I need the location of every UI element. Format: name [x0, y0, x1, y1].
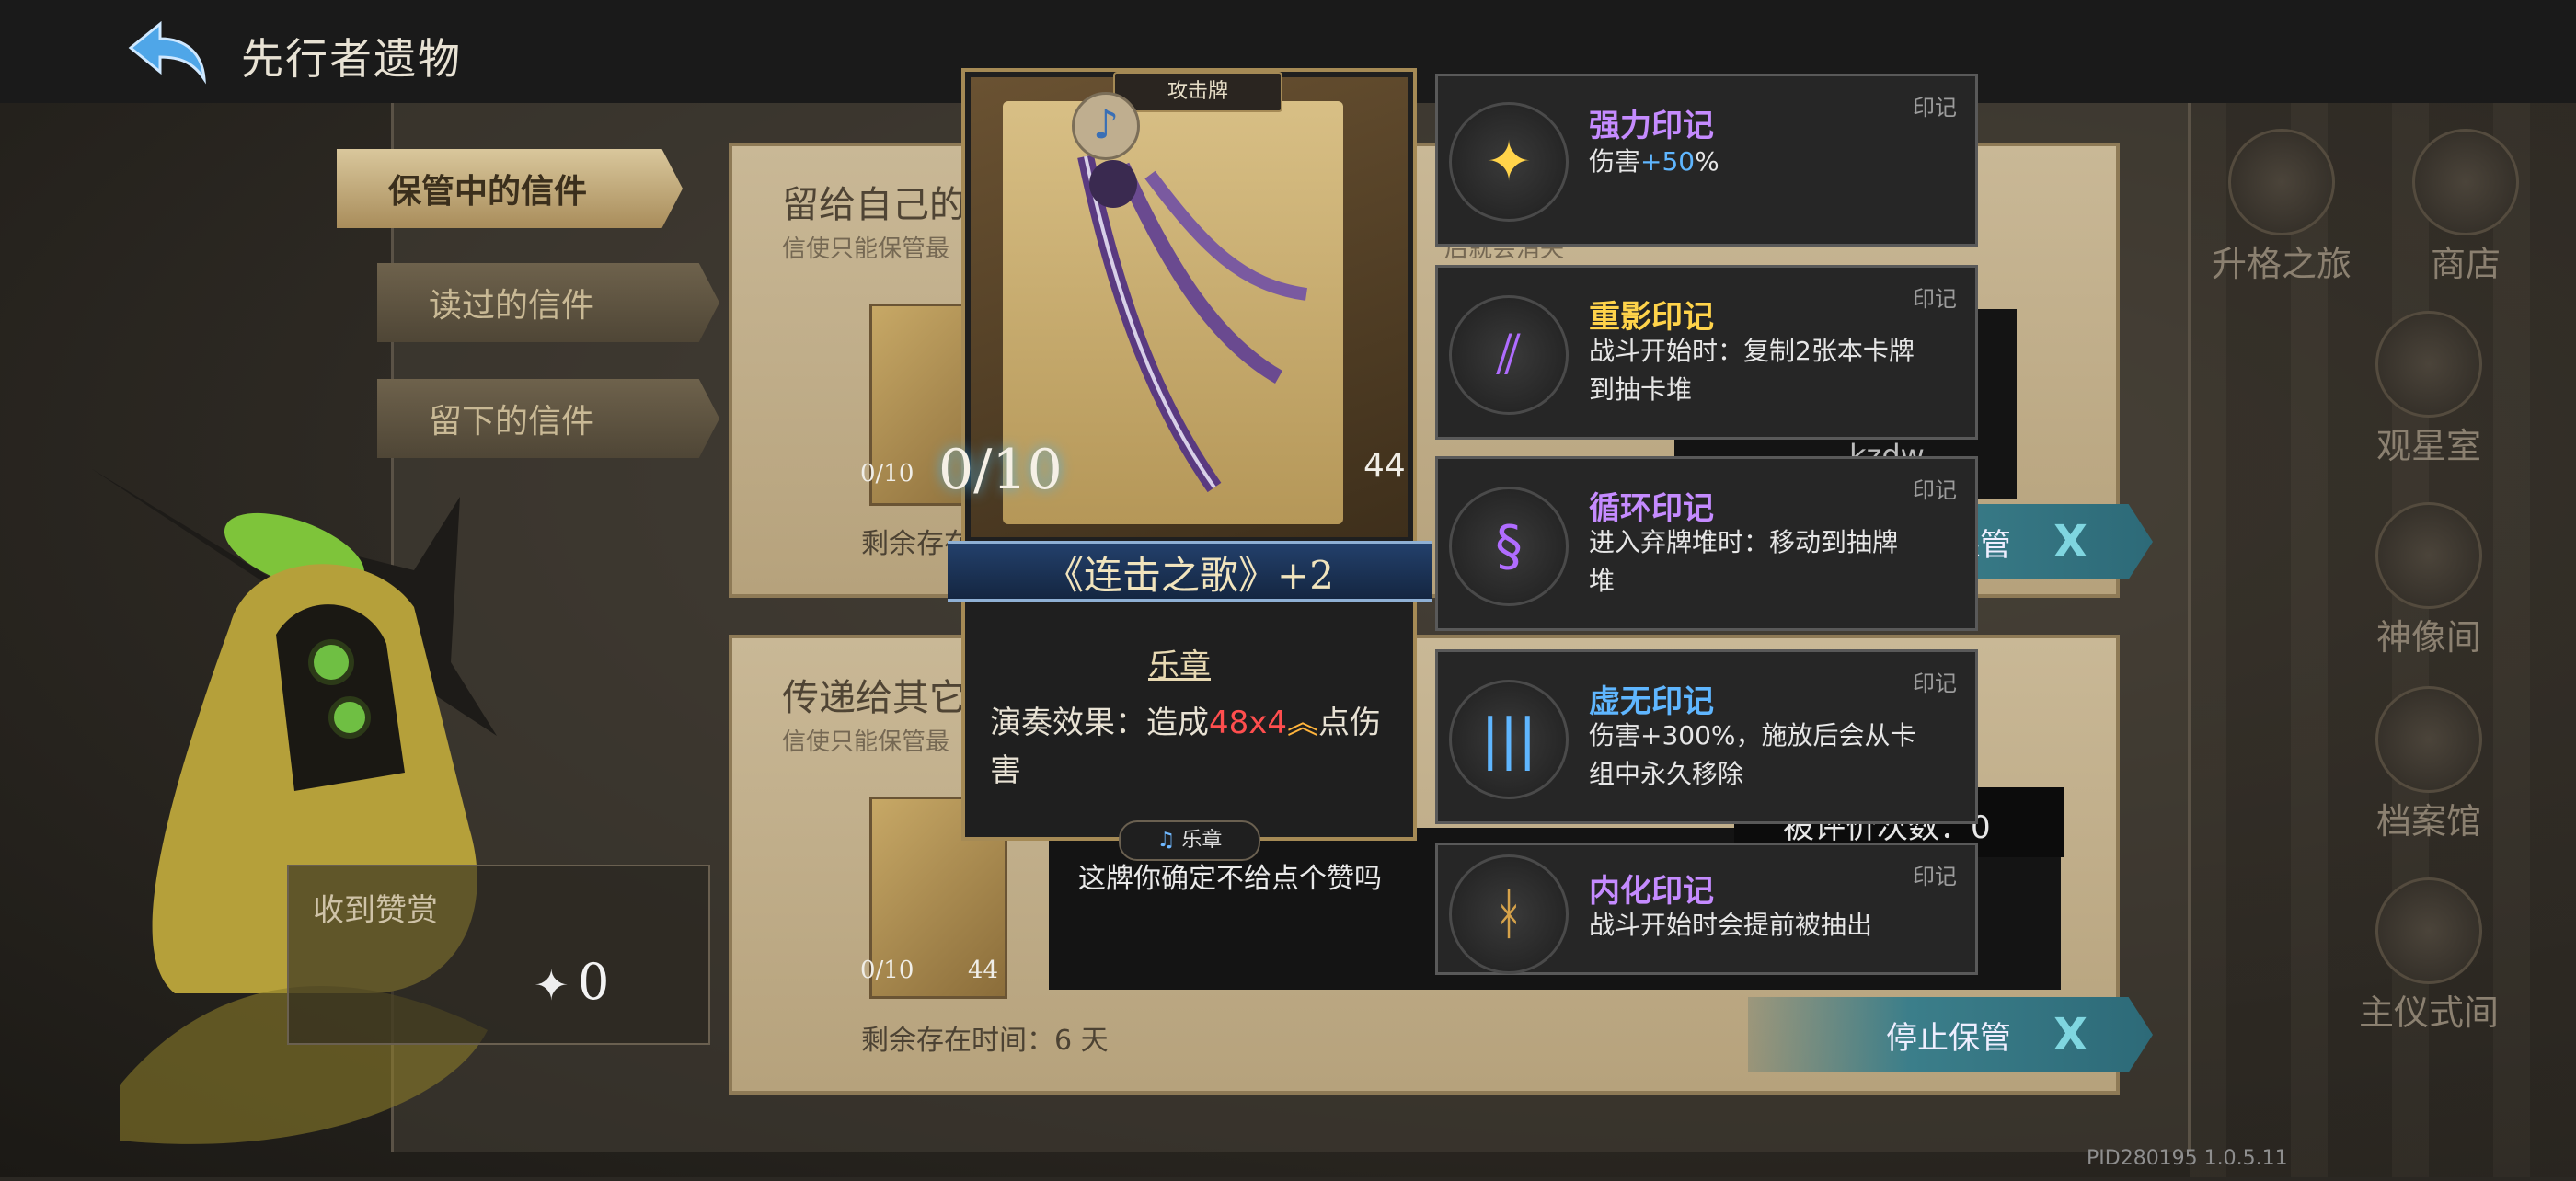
imprint-title: 循环印记: [1589, 490, 1714, 527]
imprint-cycle[interactable]: § 循环印记 进入弃牌堆时：移动到抽牌堆 印记: [1435, 456, 1978, 631]
nav-label: 档案馆: [2375, 801, 2481, 842]
reward-label: 收到赞赏: [313, 892, 438, 929]
effect-damage: 48x4: [1209, 705, 1288, 741]
mini-card-cost: 44: [968, 957, 999, 984]
stop-keeping-label: 停止保管: [1886, 1019, 2011, 1057]
imprint-tag: 印记: [1913, 95, 1957, 120]
imprint-tag: 印记: [1913, 477, 1957, 503]
spark-icon: ✦: [1449, 102, 1569, 222]
nav-label: 神像间: [2375, 617, 2481, 658]
imprint-internalize[interactable]: ᚼ 内化印记 战斗开始时会提前被抽出 印记: [1435, 843, 1978, 975]
card-tag-label: 乐章: [1181, 829, 1223, 852]
card-energy: 0/10: [938, 438, 1063, 502]
tab-read-letters[interactable]: 读过的信件: [377, 263, 719, 342]
card-keyword: 乐章: [1148, 648, 1211, 684]
imprint-title: 强力印记: [1589, 108, 1714, 144]
bars-icon: |||: [1449, 680, 1569, 799]
imprint-title: 内化印记: [1589, 873, 1714, 910]
reward-count: 0: [578, 953, 610, 1011]
nav-label: 商店: [2430, 244, 2501, 284]
archive-icon: [2375, 686, 2482, 793]
mini-card-energy: 0/10: [860, 957, 914, 984]
imprint-desc: 进入弃牌堆时：移动到抽牌堆: [1589, 527, 1899, 596]
imprint-title: 重影印记: [1589, 299, 1714, 336]
quill-icon: ✦: [534, 960, 569, 1010]
ritual-icon: [2375, 877, 2482, 984]
imprint-desc-text: 伤害: [1589, 146, 1641, 177]
imprint-ghost[interactable]: ⫽ 重影印记 战斗开始时：复制2张本卡牌到抽卡堆 印记: [1435, 265, 1978, 440]
close-icon: X: [2053, 516, 2088, 568]
rune-icon: ᚼ: [1449, 854, 1569, 974]
music-note-icon: ♫: [1156, 829, 1176, 852]
imprint-desc: 战斗开始时会提前被抽出: [1589, 910, 1873, 940]
letter-title: 留给自己的: [782, 184, 966, 226]
nav-item-shop[interactable]: 商店: [2374, 129, 2558, 286]
card-name: 《连击之歌》+2: [1045, 553, 1334, 598]
imprint-power[interactable]: ✦ 强力印记 伤害+50% 印记: [1435, 74, 1978, 247]
card-tag: ♫ 乐章: [1119, 820, 1260, 861]
statue-icon: [2375, 502, 2482, 609]
version-label: PID280195 1.0.5.11: [2087, 1147, 2288, 1170]
page-title: 先行者遗物: [241, 34, 462, 84]
music-note-icon: ♪: [1072, 92, 1140, 160]
imprint-tag: 印记: [1913, 864, 1957, 889]
compass-icon: [2228, 129, 2335, 235]
upgrade-chevron-icon: ︽: [1287, 705, 1319, 741]
nav-item-ascension[interactable]: 升格之旅: [2180, 129, 2383, 286]
letter-subtitle: 信使只能保管最: [782, 728, 950, 756]
back-arrow-icon[interactable]: [123, 17, 215, 86]
nav-label: 升格之旅: [2211, 244, 2352, 284]
letter-time-left: 剩余存在时间：6 天: [861, 1025, 1109, 1057]
tab-kept-letters[interactable]: 保管中的信件: [337, 149, 683, 228]
nav-label: 主仪式间: [2358, 992, 2499, 1033]
shop-icon: [2412, 129, 2519, 235]
nav-item-archive[interactable]: 档案馆: [2337, 686, 2521, 843]
letter-title: 传递给其它: [782, 677, 966, 719]
card-effect: 演奏效果：造成48x4︽点伤害: [990, 699, 1395, 795]
effect-prefix: 演奏效果：造成: [990, 705, 1209, 741]
nav-item-statue[interactable]: 神像间: [2337, 502, 2521, 659]
imprint-tag: 印记: [1913, 671, 1957, 696]
imprint-desc: 伤害+50%: [1589, 143, 1719, 181]
hooded-creature-illustration: [64, 441, 764, 1177]
star-icon: [2375, 311, 2482, 418]
letter-subtitle: 信使只能保管最: [782, 235, 950, 263]
nav-label: 观星室: [2375, 426, 2481, 466]
swirl-icon: §: [1449, 487, 1569, 606]
nav-item-observatory[interactable]: 观星室: [2337, 311, 2521, 468]
imprint-void[interactable]: ||| 虚无印记 伤害+300%，施放后会从卡组中永久移除 印记: [1435, 649, 1978, 824]
close-icon: X: [2053, 1009, 2088, 1061]
card-type-label: 攻击牌: [1113, 72, 1282, 112]
mini-card-energy: 0/10: [860, 460, 914, 487]
double-slash-icon: ⫽: [1449, 295, 1569, 415]
imprint-desc-tail: %: [1695, 146, 1719, 177]
card-cost: 44: [1363, 447, 1406, 485]
imprint-desc: 伤害+300%，施放后会从卡组中永久移除: [1589, 720, 1916, 789]
imprint-desc-value: +50: [1640, 146, 1696, 177]
imprint-title: 虚无印记: [1589, 683, 1714, 720]
letter-message: 这牌你确定不给点个赞吗: [1078, 863, 1382, 895]
imprint-tag: 印记: [1913, 286, 1957, 312]
stop-keeping-button[interactable]: 停止保管 X: [1748, 997, 2153, 1072]
nav-item-ritual[interactable]: 主仪式间: [2318, 877, 2539, 1035]
imprint-desc: 战斗开始时：复制2张本卡牌到抽卡堆: [1589, 336, 1915, 405]
